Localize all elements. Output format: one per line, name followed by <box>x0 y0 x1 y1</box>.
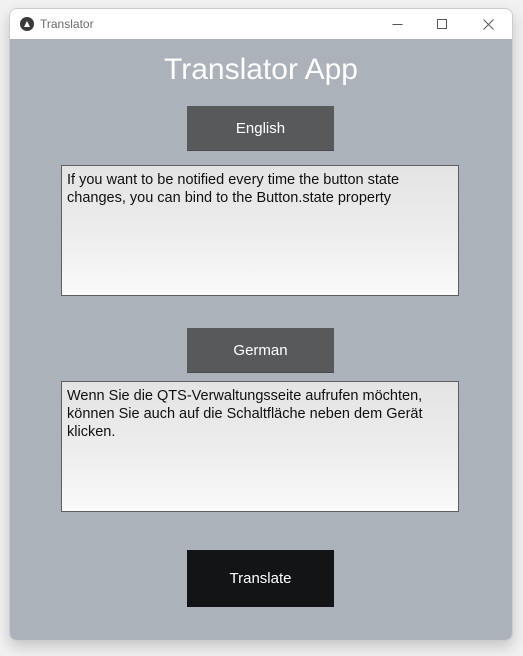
minimize-button[interactable] <box>374 9 420 39</box>
app-icon <box>20 17 34 31</box>
close-icon <box>482 18 494 30</box>
maximize-button[interactable] <box>419 9 465 39</box>
title-bar[interactable]: Translator <box>10 9 512 39</box>
source-language-button[interactable]: English <box>187 106 334 151</box>
maximize-icon <box>436 18 448 30</box>
source-text-input[interactable]: If you want to be notified every time th… <box>61 165 459 296</box>
close-button[interactable] <box>465 9 511 39</box>
window-title: Translator <box>40 17 94 31</box>
target-text-output[interactable]: Wenn Sie die QTS-Verwaltungsseite aufruf… <box>61 381 459 512</box>
app-heading: Translator App <box>164 53 358 86</box>
minimize-icon <box>392 19 403 30</box>
app-content: Translator App English If you want to be… <box>10 39 512 640</box>
source-language-label: English <box>235 119 286 137</box>
target-language-button[interactable]: German <box>187 328 334 373</box>
translate-button[interactable]: Translate <box>187 550 334 607</box>
translate-button-label: Translate <box>229 570 292 587</box>
target-language-label: German <box>233 341 288 359</box>
app-window: Translator Translator App English If you… <box>9 8 513 641</box>
